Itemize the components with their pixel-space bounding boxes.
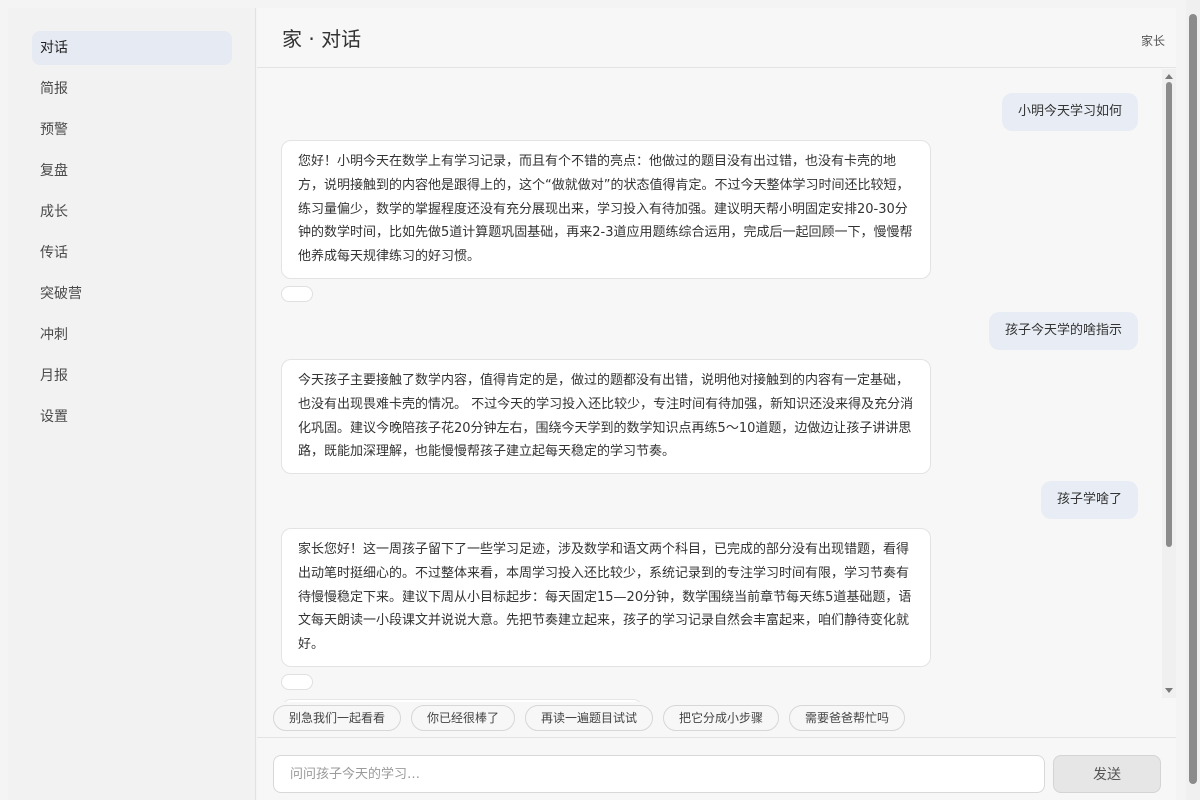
suggestion-chip[interactable]: 你已经很棒了 — [411, 705, 516, 731]
chat-input[interactable] — [273, 755, 1045, 793]
header: 家 · 对话 家长 — [257, 8, 1176, 68]
scroll-up-arrow-icon[interactable] — [1165, 74, 1173, 79]
user-role-label[interactable]: 家长 — [1141, 32, 1165, 49]
page-title: 家 · 对话 — [282, 27, 362, 51]
sidebar-item-monthly-report[interactable]: 月报 — [32, 359, 232, 393]
message-feedback-chip[interactable] — [281, 286, 313, 302]
chat-thread[interactable]: 小明今天学习如何 您好！小明今天在数学上有学习记录，而且有个不错的亮点：他做过的… — [257, 69, 1176, 702]
sidebar-item-settings[interactable]: 设置 — [32, 400, 232, 434]
chat-scrollbar[interactable] — [1162, 69, 1176, 698]
suggestion-chip[interactable]: 需要爸爸帮忙吗 — [789, 705, 906, 731]
assistant-message: 今天孩子主要接触了数学内容，值得肯定的是，做过的题都没有出错，说明他对接触到的内… — [281, 359, 931, 475]
sidebar-item-message[interactable]: 传话 — [32, 236, 232, 270]
scroll-down-arrow-icon[interactable] — [1165, 688, 1173, 693]
user-message: 小明今天学习如何 — [1001, 93, 1138, 131]
sidebar: 对话 简报 预警 复盘 成长 传话 突破营 冲刺 月报 设置 — [8, 8, 256, 800]
main-panel: 家 · 对话 家长 小明今天学习如何 您好！小明今天在数学上有学习记录，而且有个… — [257, 8, 1176, 800]
send-button[interactable]: 发送 — [1053, 755, 1161, 793]
suggestion-bar: 别急我们一起看看 你已经很棒了 再读一遍题目试试 把它分成小步骤 需要爸爸帮忙吗 — [257, 702, 1176, 738]
user-message: 孩子学啥了 — [1040, 481, 1138, 519]
message-feedback-chip[interactable] — [281, 674, 313, 690]
sidebar-item-alerts[interactable]: 预警 — [32, 113, 232, 147]
composer: 发送 — [257, 737, 1176, 800]
assistant-message: 家长您好！这一周孩子留下了一些学习足迹，涉及数学和语文两个科目，已完成的部分没有… — [281, 528, 931, 667]
page-scroll-thumb[interactable] — [1189, 14, 1197, 784]
sidebar-item-breakthrough-camp[interactable]: 突破营 — [32, 277, 232, 311]
suggestion-chip[interactable]: 把它分成小步骤 — [663, 705, 780, 731]
sidebar-item-growth[interactable]: 成长 — [32, 195, 232, 229]
page-scrollbar[interactable] — [1186, 0, 1200, 800]
suggestion-chip[interactable]: 再读一遍题目试试 — [525, 705, 654, 731]
assistant-message: 您好！小明今天在数学上有学习记录，而且有个不错的亮点：他做过的题目没有出过错，也… — [281, 140, 931, 279]
sidebar-item-chat[interactable]: 对话 — [32, 31, 232, 65]
suggestion-chip[interactable]: 别急我们一起看看 — [273, 705, 402, 731]
sidebar-item-briefing[interactable]: 简报 — [32, 72, 232, 106]
sidebar-item-sprint[interactable]: 冲刺 — [32, 318, 232, 352]
sidebar-item-review[interactable]: 复盘 — [32, 154, 232, 188]
chat-scroll-thumb[interactable] — [1166, 82, 1172, 547]
user-message: 孩子今天学的啥指示 — [988, 312, 1138, 350]
